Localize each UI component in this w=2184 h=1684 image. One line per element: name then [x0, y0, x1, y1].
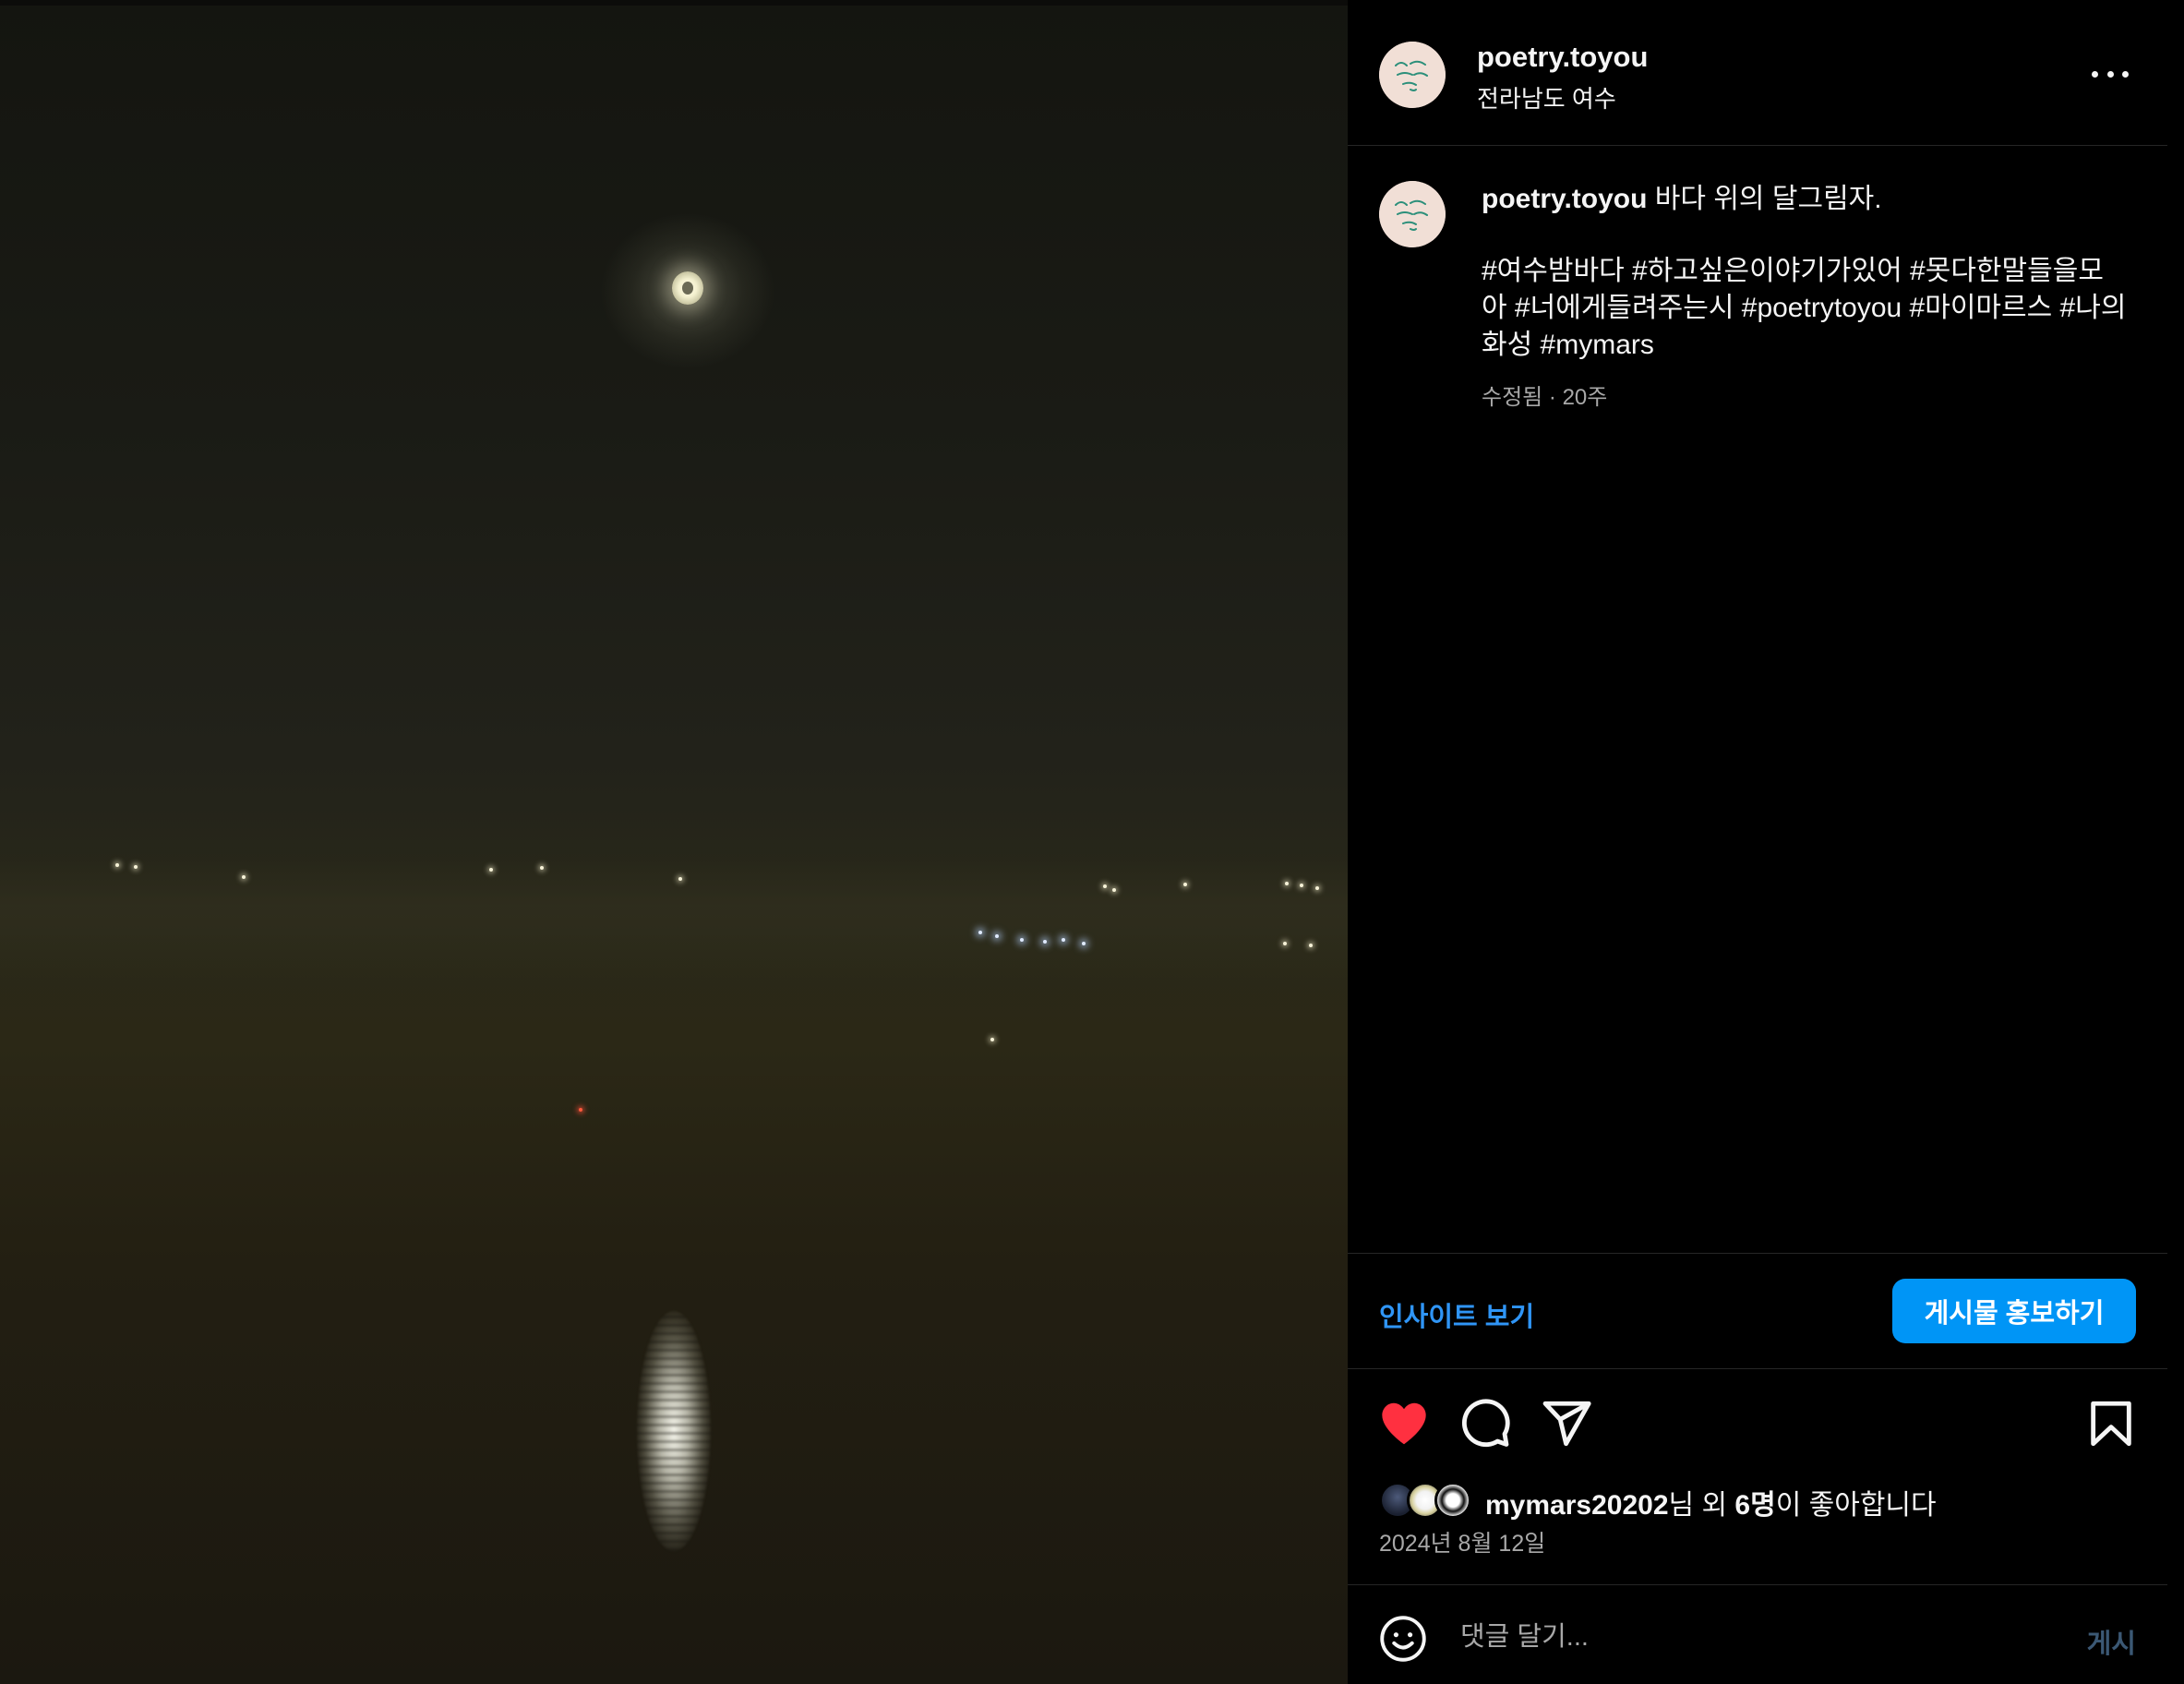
post-location[interactable]: 전라남도 여수: [1477, 80, 1616, 114]
like-button[interactable]: [1377, 1397, 1431, 1450]
shore-light: [1283, 942, 1287, 945]
post-details-panel: poetry.toyou 전라남도 여수 poetry.toyou 바다 위의 …: [1348, 0, 2167, 1684]
post-comment-button[interactable]: 게시: [2087, 1622, 2136, 1661]
harbor-light: [978, 931, 982, 934]
first-liker-name[interactable]: mymars20202: [1485, 1490, 1669, 1521]
post-caption: poetry.toyou 바다 위의 달그림자.: [1482, 181, 2128, 218]
caption-username[interactable]: poetry.toyou: [1482, 184, 1647, 214]
liker-avatars[interactable]: [1379, 1480, 1479, 1521]
page-edge: [2167, 0, 2184, 1684]
likes-suffix-1: 님 외: [1668, 1490, 1735, 1521]
harbor-light: [1020, 938, 1024, 942]
moon-reflection: [637, 1311, 711, 1551]
bookmark-icon: [2091, 1401, 2131, 1447]
avatar: [1434, 1482, 1471, 1519]
shore-light: [1300, 884, 1303, 887]
shore-light: [1309, 944, 1313, 947]
shore-light: [242, 875, 246, 879]
action-bar: [1348, 1369, 2167, 1471]
horizon-haze: [0, 859, 1348, 979]
more-options-icon[interactable]: [2092, 55, 2129, 92]
shore-light: [489, 868, 493, 872]
harbor-light: [1043, 940, 1047, 944]
avatar-logo-icon: [1379, 42, 1446, 108]
save-button[interactable]: [2084, 1397, 2138, 1450]
post-photo[interactable]: [0, 0, 1348, 1684]
heart-icon: [1382, 1402, 1426, 1445]
account-username[interactable]: poetry.toyou: [1477, 41, 1648, 74]
photo-top-edge: [0, 0, 1348, 6]
dot: [2092, 70, 2098, 78]
avatar-logo-icon: [1379, 181, 1446, 247]
caption-hashtags[interactable]: #여수밤바다 #하고싶은이야기가있어 #못다한말들을모아 #너에게들려주는시 #…: [1482, 253, 2128, 364]
dot: [2106, 70, 2114, 78]
shore-light: [1315, 886, 1319, 890]
likes-summary: mymars20202님 외 6명이 좋아합니다: [1379, 1480, 2154, 1521]
share-button[interactable]: [1540, 1397, 1593, 1450]
shore-light: [540, 866, 544, 870]
shore-light: [1112, 888, 1116, 892]
shore-light: [134, 865, 138, 869]
comment-bar: 게시: [1348, 1584, 2167, 1684]
share-icon: [1542, 1401, 1591, 1447]
buoy-light-red: [579, 1108, 582, 1112]
buoy-light: [990, 1038, 994, 1041]
likes-text[interactable]: mymars20202님 외 6명이 좋아합니다: [1485, 1482, 1937, 1522]
shore-light: [1103, 884, 1107, 888]
shore-light: [1285, 882, 1289, 885]
moon: [672, 271, 703, 305]
post-date: 2024년 8월 12일: [1379, 1531, 1546, 1557]
emoji-picker-button[interactable]: [1379, 1615, 1427, 1663]
post-header: poetry.toyou 전라남도 여수: [1348, 0, 2167, 146]
account-avatar[interactable]: [1379, 42, 1446, 108]
comment-input[interactable]: [1460, 1609, 2014, 1665]
other-likers-count[interactable]: 6명: [1734, 1490, 1775, 1521]
harbor-light: [1082, 942, 1086, 945]
dot: [2122, 70, 2129, 78]
insight-bar: 인사이트 보기 게시물 홍보하기: [1348, 1253, 2167, 1369]
caption-avatar[interactable]: [1379, 181, 1446, 247]
shore-light: [115, 863, 119, 867]
caption-meta: 수정됨 · 20주: [1482, 385, 1608, 410]
likes-suffix-2: 이 좋아합니다: [1775, 1490, 1937, 1521]
view-insights-link[interactable]: 인사이트 보기: [1379, 1295, 1534, 1334]
comment-icon: [1462, 1399, 1510, 1448]
caption-text: 바다 위의 달그림자.: [1654, 184, 1882, 214]
harbor-light: [1062, 938, 1065, 942]
shore-light: [1183, 883, 1187, 886]
harbor-light: [995, 934, 999, 938]
emoji-icon: [1380, 1616, 1426, 1662]
shore-light: [678, 877, 682, 881]
comment-button[interactable]: [1458, 1397, 1512, 1450]
promote-post-button[interactable]: 게시물 홍보하기: [1892, 1279, 2136, 1343]
